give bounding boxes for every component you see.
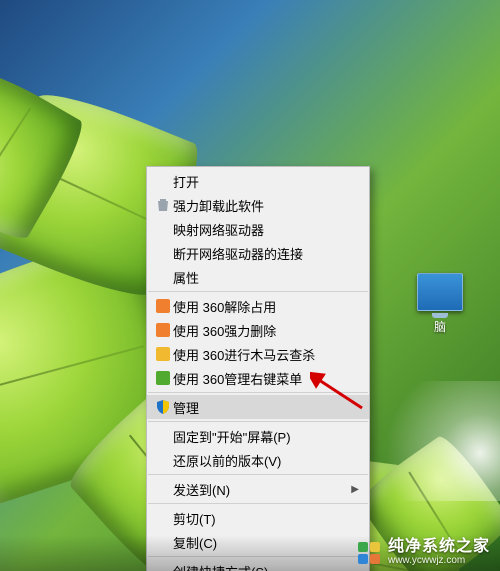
logo-tile [358, 542, 368, 552]
monitor-icon [417, 273, 463, 311]
menu-item-label: 固定到"开始"屏幕(P) [173, 427, 359, 446]
watermark-logo-icon [358, 542, 380, 564]
logo-tile [358, 554, 368, 564]
sq-green-icon [153, 369, 173, 387]
menu-item-restore-version[interactable]: 还原以前的版本(V) [147, 448, 369, 472]
menu-item-cut[interactable]: 剪切(T) [147, 506, 369, 530]
sq-orange-icon [153, 321, 173, 339]
menu-item-disconnect-drive[interactable]: 断开网络驱动器的连接 [147, 241, 369, 265]
menu-item-label: 使用 360强力删除 [173, 321, 359, 340]
desktop-icon-computer[interactable]: 脑 [408, 273, 472, 335]
menu-item-label: 属性 [173, 268, 359, 287]
menu-item-label: 使用 360解除占用 [173, 297, 359, 316]
menu-item-label: 打开 [173, 172, 359, 191]
blank-icon [153, 509, 173, 527]
sq-yellow-icon [153, 345, 173, 363]
menu-item-properties[interactable]: 属性 [147, 265, 369, 289]
menu-item-label: 使用 360进行木马云查杀 [173, 345, 359, 364]
trash-icon [153, 196, 173, 214]
menu-item-force-uninstall[interactable]: 强力卸载此软件 [147, 193, 369, 217]
menu-item-label: 发送到(N) [173, 480, 349, 499]
menu-item-open[interactable]: 打开 [147, 169, 369, 193]
menu-item-map-drive[interactable]: 映射网络驱动器 [147, 217, 369, 241]
menu-item-label: 断开网络驱动器的连接 [173, 244, 359, 263]
watermark-title: 纯净系统之家 [388, 539, 490, 556]
menu-item-360-trojan[interactable]: 使用 360进行木马云查杀 [147, 342, 369, 366]
menu-separator [148, 392, 368, 393]
blank-icon [153, 244, 173, 262]
menu-item-label: 映射网络驱动器 [173, 220, 359, 239]
blank-icon [153, 172, 173, 190]
menu-item-label: 管理 [173, 398, 359, 417]
blank-icon [153, 480, 173, 498]
menu-item-360-manage-menu[interactable]: 使用 360管理右键菜单 [147, 366, 369, 390]
menu-item-360-unlock[interactable]: 使用 360解除占用 [147, 294, 369, 318]
menu-item-manage[interactable]: 管理 [147, 395, 369, 419]
watermark: 纯净系统之家 www.ycwwjz.com [0, 535, 500, 571]
logo-tile [370, 554, 380, 564]
menu-separator [148, 503, 368, 504]
blank-icon [153, 451, 173, 469]
sq-orange-icon [153, 297, 173, 315]
blank-icon [153, 427, 173, 445]
menu-separator [148, 291, 368, 292]
blank-icon [153, 220, 173, 238]
menu-item-label: 使用 360管理右键菜单 [173, 369, 359, 388]
menu-item-360-force-del[interactable]: 使用 360强力删除 [147, 318, 369, 342]
menu-separator [148, 421, 368, 422]
blank-icon [153, 268, 173, 286]
logo-tile [370, 542, 380, 552]
watermark-url: www.ycwwjz.com [388, 556, 490, 567]
menu-separator [148, 474, 368, 475]
menu-item-label: 剪切(T) [173, 509, 359, 528]
desktop-icon-label: 脑 [408, 318, 472, 335]
menu-item-pin-start[interactable]: 固定到"开始"屏幕(P) [147, 424, 369, 448]
submenu-arrow-icon: ▶ [349, 484, 359, 495]
shield-icon [153, 398, 173, 416]
context-menu: 打开强力卸载此软件映射网络驱动器断开网络驱动器的连接属性使用 360解除占用使用… [146, 166, 370, 571]
menu-item-label: 还原以前的版本(V) [173, 451, 359, 470]
menu-item-label: 强力卸载此软件 [173, 196, 359, 215]
menu-item-send-to[interactable]: 发送到(N)▶ [147, 477, 369, 501]
